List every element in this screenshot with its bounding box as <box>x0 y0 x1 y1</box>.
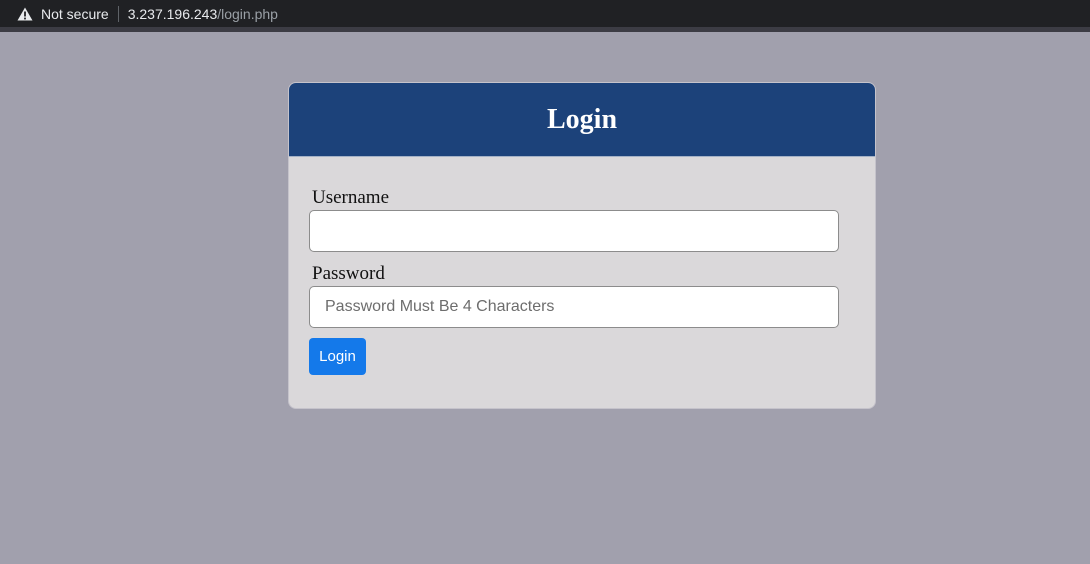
password-input[interactable] <box>309 286 839 328</box>
login-form: Username Password Login <box>309 187 840 375</box>
address-divider <box>117 5 119 22</box>
security-status-label[interactable]: Not secure <box>41 6 109 22</box>
url-path[interactable]: /login.php <box>217 6 278 22</box>
login-card-header: Login <box>289 83 875 157</box>
username-input[interactable] <box>309 210 839 252</box>
toolbar-bottom-edge <box>0 27 1090 32</box>
page-title: Login <box>546 103 618 135</box>
login-card: Login Username Password Login <box>288 82 876 409</box>
password-label: Password <box>312 263 385 284</box>
url-host[interactable]: 3.237.196.243 <box>128 6 218 22</box>
browser-address-bar: Not secure 3.237.196.243/login.php <box>0 0 1090 27</box>
username-label: Username <box>312 187 390 208</box>
omnibox[interactable]: Not secure 3.237.196.243/login.php <box>6 1 1090 26</box>
login-button[interactable]: Login <box>309 338 366 375</box>
warning-triangle-icon[interactable] <box>17 7 33 21</box>
